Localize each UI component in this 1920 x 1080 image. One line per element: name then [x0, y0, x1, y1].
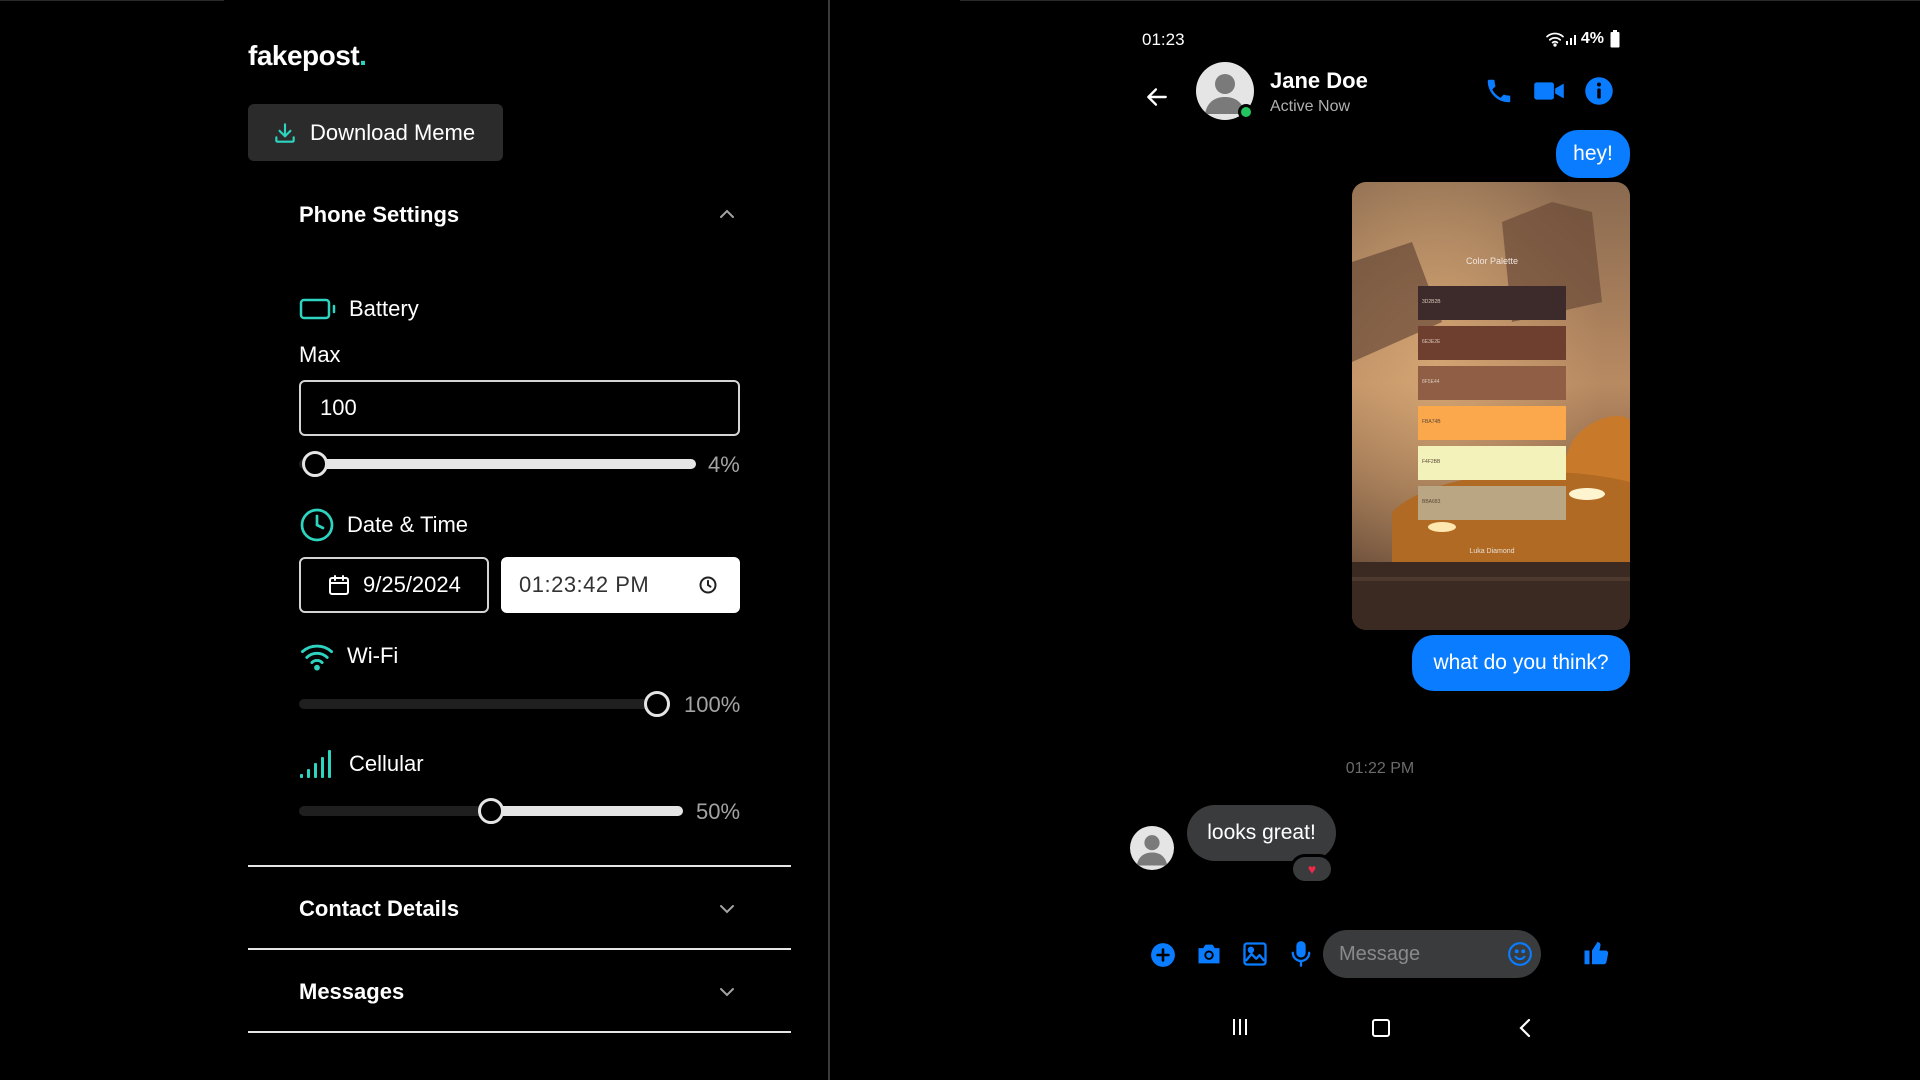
- message-input-wrapper[interactable]: [1323, 930, 1541, 978]
- microphone-icon[interactable]: [1290, 940, 1312, 968]
- download-meme-button[interactable]: Download Meme: [248, 104, 503, 161]
- palette-swatch-label: FBA74B: [1422, 419, 1441, 425]
- cellular-row: Cellular: [299, 748, 424, 780]
- download-icon: [275, 122, 295, 143]
- palette-footer: Luka Diamond: [1469, 548, 1515, 555]
- palette-swatches: 3D2B2B 6E3E2E 8F5E44 FBA74B F4F2BB BBA683: [1418, 286, 1566, 526]
- battery-icon: [299, 298, 336, 320]
- outgoing-message[interactable]: what do you think?: [1412, 635, 1630, 691]
- battery-percent: 4%: [708, 452, 740, 477]
- wifi-percent: 100%: [684, 692, 741, 717]
- palette-swatch-label: 8F5E44: [1422, 379, 1440, 385]
- time-clock-icon[interactable]: [698, 575, 718, 595]
- back-arrow-icon[interactable]: [1144, 84, 1170, 110]
- recent-apps-icon[interactable]: [1232, 1018, 1248, 1036]
- panel-divider: [828, 0, 830, 1080]
- palette-swatch-label: F4F2BB: [1422, 459, 1441, 465]
- incoming-message[interactable]: looks great!: [1187, 805, 1336, 861]
- phone-preview: 01:23 4% Jane Doe Active Now hey! 3D2B2B…: [1120, 18, 1640, 1062]
- wifi-slider[interactable]: [299, 691, 670, 717]
- video-call-icon[interactable]: [1533, 76, 1565, 106]
- sender-avatar[interactable]: [1130, 826, 1174, 870]
- battery-slider[interactable]: [299, 451, 696, 477]
- status-wifi-icon: [1545, 32, 1564, 47]
- time-picker[interactable]: 01:23:42 PM: [501, 557, 740, 613]
- battery-slider-track: [314, 459, 696, 469]
- camera-icon[interactable]: [1195, 940, 1223, 968]
- datetime-label: Date & Time: [347, 512, 469, 537]
- messages-header[interactable]: Messages: [299, 979, 404, 1005]
- wifi-slider-thumb[interactable]: [644, 691, 670, 717]
- battery-label: Battery: [349, 296, 419, 321]
- top-divider: [0, 0, 224, 1]
- gallery-icon[interactable]: [1241, 940, 1269, 968]
- message-timestamp: 01:22 PM: [1345, 760, 1415, 777]
- battery-row: Battery: [299, 296, 419, 322]
- chevron-down-icon[interactable]: [715, 897, 739, 921]
- palette-swatch-label: BBA683: [1422, 499, 1441, 505]
- message-input[interactable]: [1339, 930, 1499, 978]
- outgoing-image-message[interactable]: 3D2B2B 6E3E2E 8F5E44 FBA74B F4F2BB BBA683 Col…: [1352, 182, 1630, 630]
- cellular-label: Cellular: [349, 751, 424, 776]
- section-divider: [248, 865, 791, 867]
- datetime-row: Date & Time: [299, 507, 468, 543]
- app-logo[interactable]: fakepost.: [248, 40, 367, 72]
- wifi-row: Wi-Fi: [299, 640, 398, 672]
- wifi-icon: [301, 644, 333, 671]
- cellular-slider-track: [491, 806, 683, 816]
- heart-reaction[interactable]: ♥: [1290, 854, 1334, 884]
- cellular-slider[interactable]: [299, 798, 683, 824]
- battery-max-label: Max: [299, 342, 341, 367]
- chat-header: Jane Doe Active Now: [1120, 62, 1640, 132]
- editor-panel: fakepost. Download Meme Phone Settings B…: [0, 0, 830, 1080]
- cellular-slider-thumb[interactable]: [478, 798, 504, 824]
- logo-text: fakepost: [248, 40, 360, 71]
- section-divider: [248, 1031, 791, 1033]
- download-label: Download Meme: [310, 119, 476, 145]
- status-time: 01:23: [1142, 30, 1185, 49]
- status-bar-right: 4%: [1545, 30, 1620, 48]
- palette-swatch: 8F5E44: [1418, 366, 1566, 400]
- outgoing-message[interactable]: hey!: [1556, 130, 1630, 178]
- palette-swatch: F4F2BB: [1418, 446, 1566, 480]
- phone-call-icon[interactable]: [1484, 76, 1514, 106]
- palette-caption: Color Palette: [1465, 256, 1519, 266]
- chevron-up-icon[interactable]: [715, 202, 739, 226]
- time-value: 01:23:42 PM: [519, 572, 650, 597]
- palette-swatch-label: 3D2B2B: [1422, 299, 1441, 305]
- chevron-down-icon[interactable]: [715, 980, 739, 1004]
- palette-swatch: 3D2B2B: [1418, 286, 1566, 320]
- status-signal-icon: [1565, 35, 1576, 45]
- palette-swatch: BBA683: [1418, 486, 1566, 520]
- calendar-icon: [329, 575, 349, 595]
- home-icon[interactable]: [1371, 1018, 1391, 1038]
- avatar-person-icon: [1136, 835, 1168, 866]
- online-indicator: [1238, 104, 1254, 120]
- status-battery-icon: [1610, 30, 1620, 48]
- section-divider: [248, 948, 791, 950]
- plus-circle-icon[interactable]: [1150, 942, 1176, 968]
- logo-dot: .: [359, 40, 367, 71]
- contact-details-header[interactable]: Contact Details: [299, 896, 459, 922]
- date-picker[interactable]: 9/25/2024: [299, 557, 489, 613]
- top-divider: [960, 0, 1920, 1]
- cellular-percent: 50%: [696, 799, 741, 824]
- contact-name[interactable]: Jane Doe: [1270, 68, 1368, 94]
- battery-max-input[interactable]: [299, 380, 740, 436]
- palette-swatch: 6E3E2E: [1418, 326, 1566, 360]
- palette-swatch-label: 6E3E2E: [1422, 339, 1441, 345]
- thumbs-up-icon[interactable]: [1582, 938, 1612, 968]
- info-icon[interactable]: [1584, 76, 1614, 106]
- date-value: 9/25/2024: [363, 572, 461, 597]
- emoji-icon[interactable]: [1507, 941, 1533, 967]
- contact-status: Active Now: [1270, 98, 1351, 115]
- status-battery-text: 4%: [1580, 30, 1604, 47]
- back-nav-icon[interactable]: [1518, 1018, 1532, 1038]
- palette-swatch: FBA74B: [1418, 406, 1566, 440]
- clock-icon: [300, 508, 334, 542]
- cellular-signal-icon: [300, 750, 331, 778]
- wifi-label: Wi-Fi: [347, 643, 399, 668]
- phone-settings-header[interactable]: Phone Settings: [299, 202, 459, 228]
- battery-slider-thumb[interactable]: [301, 451, 328, 477]
